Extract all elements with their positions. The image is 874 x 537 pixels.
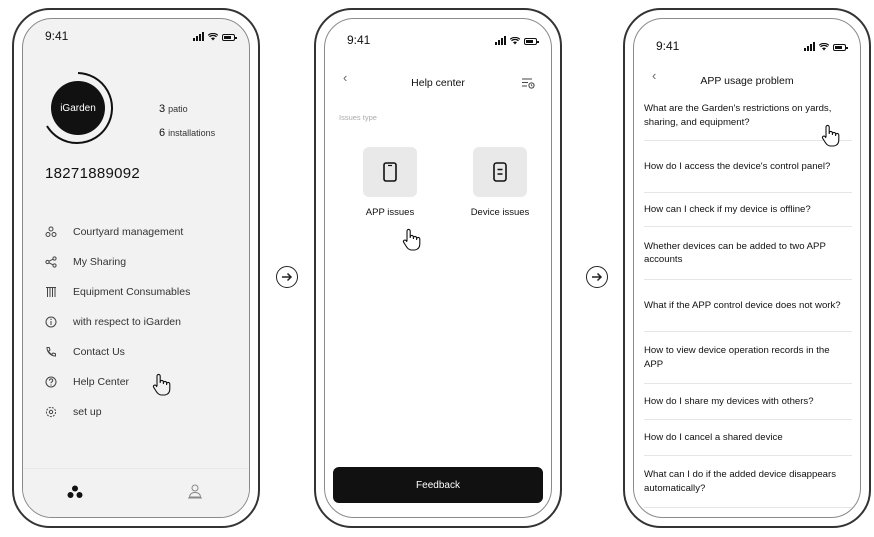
arrow-right-icon xyxy=(282,272,293,282)
help-icon xyxy=(45,376,57,388)
wifi-icon xyxy=(208,33,218,41)
page-title: Help center xyxy=(411,77,465,89)
faq-item[interactable]: What if the APP control device does not … xyxy=(644,280,852,332)
phone-device-icon xyxy=(383,162,397,182)
share-icon xyxy=(45,256,57,268)
faq-item[interactable]: What can I do if the added device disapp… xyxy=(644,456,852,508)
phone-frame-app-usage: 9:41 ‹ APP usage problem What are the Ga… xyxy=(623,8,871,528)
battery-icon xyxy=(833,44,848,51)
stat-patio-value: 3 xyxy=(159,103,166,115)
feedback-button[interactable]: Feedback xyxy=(333,467,543,503)
signal-icon xyxy=(495,35,506,45)
pointer-hand-icon xyxy=(821,124,840,147)
status-icons xyxy=(193,31,237,41)
phone-icon xyxy=(45,346,57,358)
tile-app-issues[interactable] xyxy=(363,147,417,197)
menu-label: My Sharing xyxy=(73,256,127,268)
history-list-icon[interactable] xyxy=(521,77,535,89)
menu-item-courtyard-management[interactable]: Courtyard management xyxy=(45,217,239,247)
consumables-icon xyxy=(45,286,57,298)
menu-item-contact-us[interactable]: Contact Us xyxy=(45,337,239,367)
phone-frame-profile: 9:41 iGarden 3 patio 6 installations 18271… xyxy=(12,8,260,528)
menu-item-my-sharing[interactable]: My Sharing xyxy=(45,247,239,277)
feedback-label: Feedback xyxy=(416,479,460,491)
logo-text: iGarden xyxy=(60,102,96,114)
status-icons xyxy=(495,35,539,45)
wifi-icon xyxy=(819,43,829,51)
phone-frame-help-center: 9:41 ‹ Help center Issues type APP issue… xyxy=(314,8,562,528)
settings-icon xyxy=(45,406,57,418)
bottom-navigation xyxy=(23,468,249,517)
menu-item-about-igarden[interactable]: with respect to iGarden xyxy=(45,307,239,337)
profile-screen: 9:41 iGarden 3 patio 6 installations 18271… xyxy=(22,18,250,518)
stat-patio-label: patio xyxy=(168,104,188,114)
faq-item[interactable]: How to view device operation records in … xyxy=(644,332,852,384)
igarden-logo: iGarden xyxy=(51,81,105,135)
stat-patio: 3 patio xyxy=(159,103,188,115)
signal-icon xyxy=(804,41,815,51)
faq-item[interactable]: How do I cancel a shared device xyxy=(644,420,852,456)
faq-item[interactable]: Whether devices can be added to two APP … xyxy=(644,227,852,280)
wifi-icon xyxy=(510,37,520,45)
tile-label-device-issues: Device issues xyxy=(470,207,530,218)
stat-installations: 6 installations xyxy=(159,127,215,139)
flow-arrow-2 xyxy=(586,266,608,288)
menu-label: Contact Us xyxy=(73,346,125,358)
pointer-hand-icon xyxy=(152,373,171,396)
flow-arrow-1 xyxy=(276,266,298,288)
arrow-right-icon xyxy=(592,272,603,282)
menu-label: Help Center xyxy=(73,376,130,388)
help-center-screen: 9:41 ‹ Help center Issues type APP issue… xyxy=(324,18,552,518)
status-time: 9:41 xyxy=(347,33,371,47)
status-bar: 9:41 xyxy=(325,29,551,47)
faq-item[interactable]: How can I check if my device is offline? xyxy=(644,193,852,227)
tile-device-issues[interactable] xyxy=(473,147,527,197)
battery-icon xyxy=(222,34,237,41)
stat-installations-value: 6 xyxy=(159,127,166,139)
stat-installations-label: installations xyxy=(168,128,216,138)
profile-menu: Courtyard management My Sharing Equipmen… xyxy=(45,217,239,427)
status-bar: 9:41 xyxy=(634,29,860,53)
tile-label-app-issues: APP issues xyxy=(365,207,415,218)
status-bar: 9:41 xyxy=(23,29,249,45)
menu-label: Courtyard management xyxy=(73,226,184,238)
status-time: 9:41 xyxy=(656,39,680,53)
section-label: Issues type xyxy=(339,113,377,122)
faq-item[interactable]: How do I share my devices with others? xyxy=(644,384,852,420)
status-time: 9:41 xyxy=(45,29,69,43)
signal-icon xyxy=(193,31,204,41)
profile-tab-icon[interactable] xyxy=(187,483,203,499)
menu-item-set-up[interactable]: set up xyxy=(45,397,239,427)
menu-item-equipment-consumables[interactable]: Equipment Consumables xyxy=(45,277,239,307)
status-icons xyxy=(804,41,848,51)
menu-label: with respect to iGarden xyxy=(73,316,181,328)
pointer-hand-icon xyxy=(402,228,421,251)
menu-label: Equipment Consumables xyxy=(73,286,191,298)
faq-list: What are the Garden's restrictions on ya… xyxy=(644,91,852,508)
menu-item-help-center[interactable]: Help Center xyxy=(45,367,239,397)
battery-icon xyxy=(524,38,539,45)
menu-label: set up xyxy=(73,406,102,418)
device-icon xyxy=(493,162,507,182)
info-icon xyxy=(45,316,57,328)
home-tab-icon[interactable] xyxy=(67,485,83,499)
user-phone-number: 18271889092 xyxy=(45,165,141,182)
page-title: APP usage problem xyxy=(700,75,794,87)
courtyard-icon xyxy=(45,226,57,238)
app-usage-screen: 9:41 ‹ APP usage problem What are the Ga… xyxy=(633,18,861,518)
